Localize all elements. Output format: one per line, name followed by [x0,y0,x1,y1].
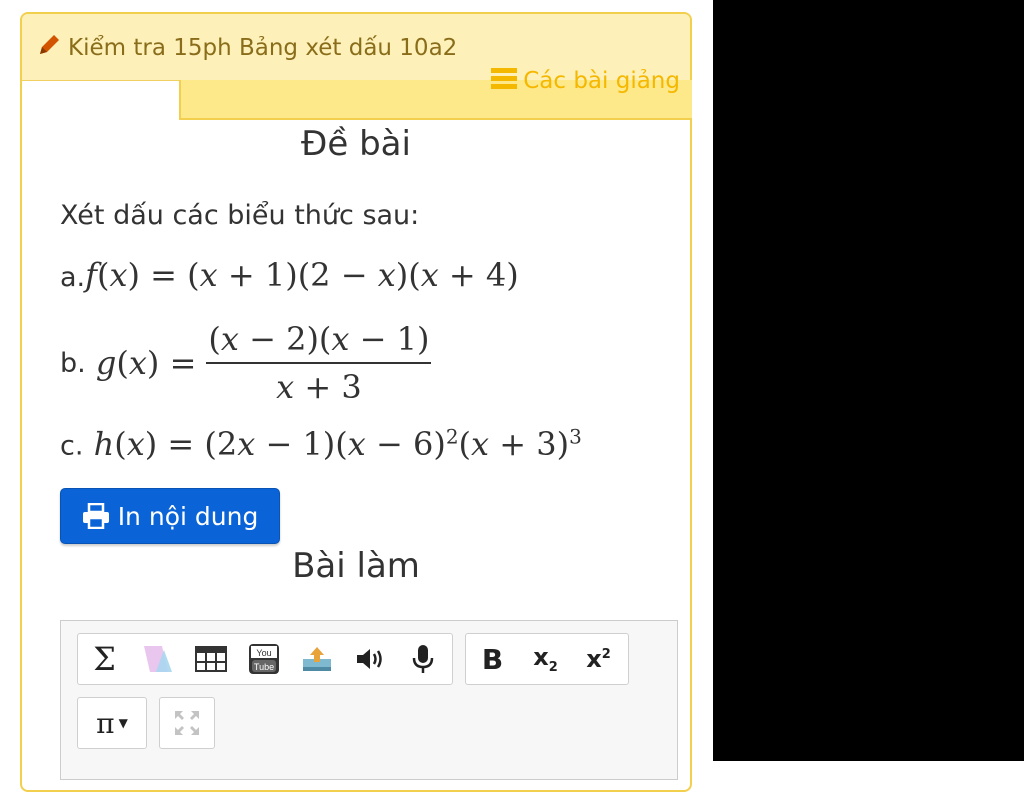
pi-symbol: π [96,706,115,740]
lectures-link[interactable]: Các bài giảng [491,68,680,96]
black-side-panel [713,0,1024,761]
table-icon[interactable] [184,634,237,684]
lectures-link-label[interactable]: Các bài giảng [523,68,680,94]
caret-down-icon: ▼ [118,716,128,730]
superscript-icon[interactable]: x2 [572,634,625,684]
pi-dropdown[interactable]: π ▼ [77,697,147,749]
menu-bars-icon [491,68,518,96]
page-title: Kiểm tra 15ph Bảng xét dấu 10a2 [36,32,457,64]
sigma-icon[interactable]: Σ [78,634,131,684]
answer-heading: Bài làm [292,546,420,586]
bold-icon[interactable]: B [466,634,519,684]
problem-heading: Đề bài [301,124,411,164]
speaker-icon[interactable] [343,634,396,684]
toolbar-format-group: B x2 x2 [465,633,629,685]
shape-icon[interactable] [131,634,184,684]
fullscreen-button[interactable] [159,697,215,749]
svg-text:Tube: Tube [253,662,273,672]
problem-item-b: b. g(x) = (x − 2)(x − 1) x + 3 [60,320,432,406]
lectures-bar: Các bài giảng [179,68,692,120]
problem-prompt: Xét dấu các biểu thức sau: [60,200,420,231]
item-label: b. [60,348,86,379]
printer-icon [82,503,109,529]
pi-dropdown-toggle[interactable]: π ▼ [78,698,146,748]
microphone-icon[interactable] [396,634,449,684]
item-label: a. [60,262,86,293]
answer-editor[interactable]: Σ You Tube B x2 x2 π ▼ [60,620,678,780]
problem-item-c: c. h(x) = (2x − 1)(x − 6)2(x + 3)3 [60,424,582,463]
toolbar-media-group: Σ You Tube [77,633,453,685]
print-button-label[interactable]: In nội dung [118,502,259,531]
fullscreen-icon[interactable] [160,698,213,748]
youtube-icon[interactable]: You Tube [237,634,290,684]
print-button[interactable]: In nội dung [60,488,280,544]
subscript-icon[interactable]: x2 [519,634,572,684]
svg-text:You: You [256,648,271,658]
lesson-panel: Kiểm tra 15ph Bảng xét dấu 10a2 Các bài … [20,12,692,792]
image-upload-icon[interactable] [290,634,343,684]
pencil-icon [36,32,62,64]
item-label: c. [60,430,84,462]
title-text: Kiểm tra 15ph Bảng xét dấu 10a2 [68,35,458,61]
problem-item-a: a.f(x) = (x + 1)(2 − x)(x + 4) [60,256,519,294]
